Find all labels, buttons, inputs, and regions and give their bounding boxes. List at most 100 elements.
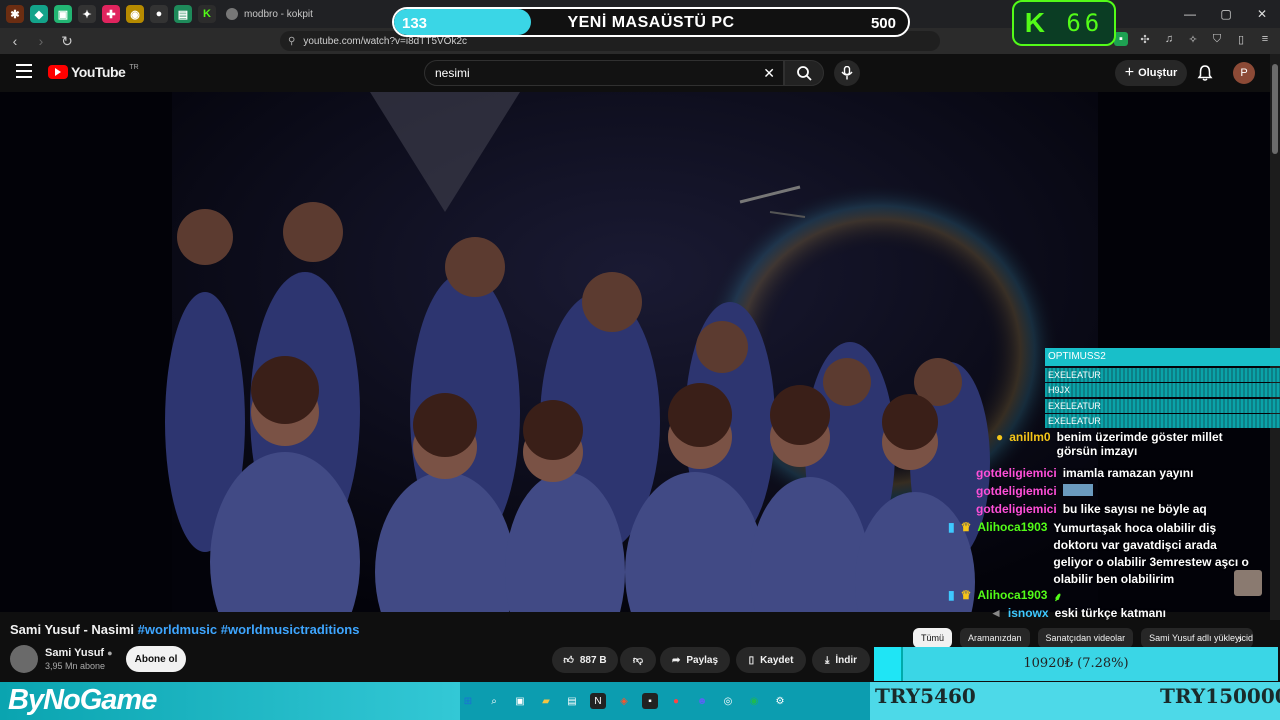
chat-message: ● anillm0 benim üzerimde göster millet g… — [996, 430, 1266, 458]
notion-icon[interactable]: N — [590, 693, 606, 709]
reload-icon[interactable]: ↻ — [56, 30, 78, 52]
hype-row: H9JX — [1045, 383, 1280, 397]
hype-row: OPTIMUSS2 — [1045, 348, 1280, 366]
hype-train-panel: OPTIMUSS2 EXELEATUR H9JX EXELEATUR EXELE… — [1045, 348, 1280, 428]
share-button[interactable]: ➦ Paylaş — [660, 647, 730, 673]
pinned-tab-icon[interactable]: ✚ — [102, 5, 120, 23]
chat-username: Alihoca1903 — [977, 588, 1048, 602]
hamburger-menu-icon[interactable] — [16, 64, 32, 78]
chat-text: Yumurtaşak hoca olabilir diş doktoru var… — [1053, 521, 1249, 586]
filter-chip-from-search[interactable]: Aramanızdan — [960, 628, 1030, 648]
menu-icon[interactable]: ≡ — [1258, 32, 1272, 46]
back-icon[interactable]: ‹ — [4, 30, 26, 52]
download-button[interactable]: ⤓ İndir — [812, 647, 870, 673]
filter-chip-artist[interactable]: Sanatçıdan videolar — [1037, 628, 1134, 648]
app-icon[interactable]: ◎ — [720, 693, 736, 709]
try-target-amount: TRY150000 — [1160, 684, 1280, 708]
notifications-bell-icon[interactable] — [1196, 64, 1214, 82]
page-scrollbar[interactable] — [1270, 54, 1280, 620]
badge-icon: ● — [996, 430, 1004, 444]
chat-message: ◄ isnowx eski türkçe katmanı — [990, 606, 1166, 620]
share-icon: ➦ — [671, 654, 681, 666]
maximize-icon[interactable]: ▢ — [1208, 0, 1244, 28]
streamer-cam-thumbnail — [1234, 570, 1262, 596]
app-icon[interactable]: ● — [668, 693, 684, 709]
subscribe-button[interactable]: Abone ol — [126, 646, 186, 672]
filter-chip-all[interactable]: Tümü — [913, 628, 953, 648]
dislike-button[interactable]: 👎︎ — [620, 647, 656, 673]
sidebar-icon[interactable]: ▯ — [1234, 32, 1248, 46]
filter-chip-uploader[interactable]: Sami Yusuf adlı yükleyiciden — [1141, 628, 1254, 648]
pinned-tab-icon[interactable]: ▣ — [54, 5, 72, 23]
chat-text: benim üzerimde göster millet görsün imza… — [1056, 430, 1223, 458]
pinned-tab-icon[interactable]: ◉ — [126, 5, 144, 23]
video-title: Sami Yusuf - Nasimi #worldmusic #worldmu… — [10, 622, 359, 637]
file-explorer-icon[interactable]: ▰ — [538, 693, 554, 709]
donation-goal-bar: 10920₺ (7.28%) — [874, 647, 1278, 681]
account-avatar[interactable]: P — [1233, 62, 1255, 84]
search-input[interactable]: nesimi ✕ — [424, 60, 784, 86]
task-view-icon[interactable]: ▣ — [512, 693, 528, 709]
puzzle-icon[interactable]: ✣ — [1138, 32, 1152, 46]
youtube-logo[interactable]: YouTube TR — [48, 64, 139, 80]
globe-icon — [226, 8, 238, 20]
chat-message: ▮ ♛ Alihoca1903 ⸙ — [948, 588, 1062, 605]
leo-icon[interactable]: ✧ — [1186, 32, 1200, 46]
scrollbar-thumb[interactable] — [1272, 64, 1278, 154]
bynogame-banner: ByNoGame — [0, 682, 460, 720]
sub-goal-title: YENİ MASAÜSTÜ PC — [567, 14, 735, 31]
kick-count: 66 — [1066, 9, 1104, 37]
hype-row: EXELEATUR — [1045, 367, 1280, 382]
save-button[interactable]: ▯ Kaydet — [736, 647, 806, 673]
channel-name[interactable]: Sami Yusuf ● — [45, 647, 113, 659]
chevron-right-icon[interactable]: › — [1238, 632, 1242, 646]
clear-search-icon[interactable]: ✕ — [763, 65, 775, 82]
chat-username: isnowx — [1007, 606, 1049, 620]
chat-message: ▮ ♛ Alihoca1903 Yumurtaşak hoca olabilir… — [948, 520, 1270, 588]
pinned-tab-icon[interactable]: ◆ — [30, 5, 48, 23]
thumbs-up-icon: 👍︎ — [563, 655, 574, 666]
create-button[interactable]: + Oluştur — [1115, 60, 1187, 86]
forward-icon[interactable]: › — [30, 30, 52, 52]
spotify-icon[interactable]: ◉ — [746, 693, 762, 709]
windows-taskbar: ⊞ ⌕ ▣ ▰ ▤ N ◈ ▪ ● ☻ ◎ ◉ ⚙ — [460, 682, 870, 720]
windows-start-icon[interactable]: ⊞ — [460, 693, 476, 709]
extension-icon[interactable]: ▪ — [1114, 32, 1128, 46]
subscriber-count: 3,95 Mn abone — [45, 661, 106, 671]
discord-icon[interactable]: ☻ — [694, 693, 710, 709]
close-icon[interactable]: ✕ — [1244, 0, 1280, 28]
search-icon[interactable]: ⌕ — [486, 693, 502, 709]
badge-icon: ◄ — [990, 606, 1002, 620]
chat-username: Alihoca1903 — [977, 520, 1048, 534]
app-icon[interactable]: ▤ — [564, 693, 580, 709]
minimize-icon[interactable]: — — [1172, 0, 1208, 28]
pinned-tab-icon[interactable]: ✱ — [6, 5, 24, 23]
try-current-amount: TRY5460 — [875, 684, 976, 708]
window-controls: — ▢ ✕ — [1172, 0, 1280, 28]
kick-icon[interactable]: K — [198, 5, 216, 23]
pinned-tab-icon[interactable]: ✦ — [78, 5, 96, 23]
channel-meta: Sami Yusuf ● 3,95 Mn abone — [45, 647, 113, 671]
kick-viewer-counter: K 66 — [1012, 0, 1116, 46]
pinned-tabs: ✱ ◆ ▣ ✦ ✚ ◉ ● ▤ K — [0, 5, 216, 23]
tab-kokpit[interactable]: modbro - kokpit — [216, 0, 323, 28]
voice-search-button[interactable] — [834, 60, 860, 86]
bynogame-logo: ByNoGame — [8, 684, 157, 716]
search-button[interactable] — [784, 60, 824, 86]
download-label: İndir — [835, 654, 858, 666]
app-icon[interactable]: ▪ — [642, 693, 658, 709]
vpn-icon[interactable]: ⛉ — [1210, 32, 1224, 46]
steam-icon[interactable]: ⚙ — [772, 693, 788, 709]
badge-icon: ▮ — [948, 588, 955, 602]
like-button[interactable]: 👍︎ 887 B — [552, 647, 618, 673]
channel-avatar[interactable] — [10, 645, 38, 673]
site-info-icon[interactable]: ⚲ — [288, 36, 295, 47]
music-icon[interactable]: ♫ — [1162, 32, 1176, 46]
badge-icon: ▮ — [948, 520, 955, 534]
video-hashtags[interactable]: #worldmusic #worldmusictraditions — [138, 622, 360, 637]
pinned-tab-icon[interactable]: ▤ — [174, 5, 192, 23]
brave-icon[interactable]: ◈ — [616, 693, 632, 709]
channel-name-text: Sami Yusuf — [45, 647, 105, 659]
chat-message: gotdeligiemici bu like sayısı ne böyle a… — [976, 502, 1207, 516]
github-icon[interactable]: ● — [150, 5, 168, 23]
